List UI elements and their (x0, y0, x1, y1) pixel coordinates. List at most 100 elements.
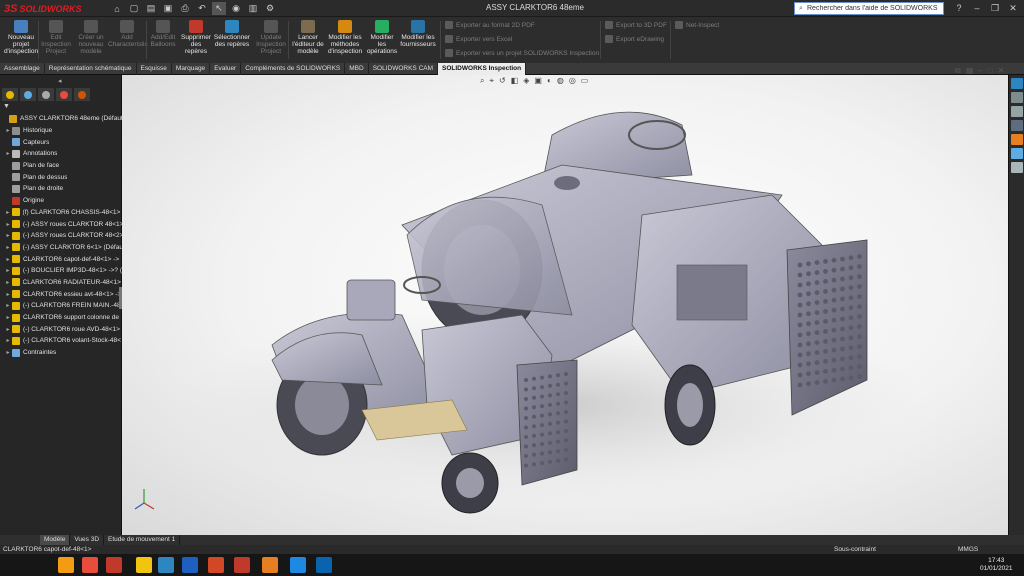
expand-arrow-icon[interactable]: ▸ (4, 232, 12, 239)
ribbon-button-2[interactable]: Edit Inspection Project (40, 20, 72, 55)
expand-arrow-icon[interactable]: ▸ (4, 337, 12, 344)
app-icon[interactable] (82, 557, 98, 573)
explorer-icon[interactable] (136, 557, 152, 573)
close-icon[interactable]: ✕ (1006, 1, 1020, 15)
restore-icon[interactable]: ⧉ (955, 66, 961, 76)
rebuild-icon[interactable]: ◉ (229, 2, 243, 15)
graphics-area[interactable] (122, 75, 1008, 535)
tab-solidworks-cam[interactable]: SOLIDWORKS CAM (369, 63, 439, 75)
tab-compl-ments-de-solidworks[interactable]: Compléments de SOLIDWORKS (241, 63, 346, 75)
expand-arrow-icon[interactable]: ▸ (4, 326, 12, 333)
file-props-icon[interactable]: ▥ (246, 2, 260, 15)
search-icon[interactable] (22, 557, 38, 573)
word-icon[interactable] (182, 557, 198, 573)
minimize-icon[interactable]: – (970, 1, 984, 15)
tree-node[interactable]: Plan de dessus (0, 171, 122, 183)
firefox-icon[interactable] (262, 557, 278, 573)
view-palette-icon[interactable] (1011, 120, 1023, 131)
display-settings-icon[interactable]: ▭ (581, 76, 589, 88)
ribbon-button-7[interactable]: Sélectionner des repères (213, 20, 251, 48)
print-icon[interactable]: ⎙ (178, 2, 192, 15)
ribbon-button-3[interactable]: Créer un nouveau modèle (75, 20, 107, 55)
tree-node[interactable]: Plan de droite (0, 183, 122, 195)
dimxpert-icon[interactable] (56, 88, 72, 101)
bottom-tab-3[interactable]: Etude de mouvement 1 (104, 535, 181, 545)
status-units[interactable]: MMGS (958, 546, 978, 553)
feature-manager-icon[interactable] (2, 88, 18, 101)
help-search-box[interactable]: ⌕ Rechercher dans l'aide de SOLIDWORKS (794, 2, 944, 15)
tree-node[interactable]: ▸ (-) ASSY roues CLARKTOR 48<1> (0, 218, 122, 230)
ribbon-button-9[interactable]: Lancer l'éditeur de modèle (292, 20, 324, 55)
expand-arrow-icon[interactable]: ▸ (4, 256, 12, 263)
file-explorer-icon[interactable] (1011, 106, 1023, 117)
zoom-area-icon[interactable]: ⌖ (489, 76, 494, 88)
tree-node[interactable]: ▸ Historique (0, 125, 122, 137)
tree-node[interactable]: ▸ CLARKTOR6 support colonne de (0, 312, 122, 324)
appearance-icon[interactable]: ◍ (557, 76, 564, 88)
ribbon-export-item[interactable]: Exporter vers Excel (445, 35, 512, 43)
expand-arrow-icon[interactable]: ▸ (4, 209, 12, 216)
expand-arrow-icon[interactable]: ▸ (4, 221, 12, 228)
tab-assemblage[interactable]: Assemblage (0, 63, 45, 75)
powerpoint-icon[interactable] (208, 557, 224, 573)
tree-node[interactable]: ▸ CLARKTOR6 capot-def-48<1> -> (0, 253, 122, 265)
tab-mbd[interactable]: MBD (345, 63, 369, 75)
tree-node[interactable]: ▸ (-) CLARKTOR6 FREIN MAIN.-48< (0, 300, 122, 312)
view-orientation-icon[interactable]: ◈ (523, 76, 529, 88)
expand-arrow-icon[interactable]: ▸ (4, 127, 12, 134)
forum-icon[interactable] (1011, 162, 1023, 173)
ribbon-button-6[interactable]: Supprimer des repères (180, 20, 212, 55)
display-manager-icon[interactable] (74, 88, 90, 101)
scene-icon[interactable]: ◎ (569, 76, 576, 88)
tree-node[interactable]: Plan de face (0, 160, 122, 172)
restore-icon[interactable]: ❐ (988, 1, 1002, 15)
ribbon-button-8[interactable]: Update Inspection Project (253, 20, 289, 55)
ribbon-export-item[interactable]: Exporter au format 2D PDF (445, 21, 535, 29)
ribbon-export-item[interactable]: Export eDrawing (605, 35, 664, 43)
filter-icon[interactable]: ▼ (3, 103, 10, 110)
design-library-icon[interactable] (1011, 92, 1023, 103)
bottom-tab-1[interactable]: Modèle (40, 535, 71, 545)
display-style-icon[interactable]: ▣ (534, 76, 542, 88)
tab-repr-sentation-sch-matique[interactable]: Représentation schématique (45, 63, 137, 75)
tree-node[interactable]: ASSY CLARKTOR6 48eme (Défaut<Eta (0, 113, 122, 125)
ribbon-button-12[interactable]: Modifier les fournisseurs (400, 20, 436, 48)
acrobat-icon[interactable] (234, 557, 250, 573)
expand-arrow-icon[interactable]: ▸ (4, 150, 12, 157)
ribbon-export-item[interactable]: Export to 3D PDF (605, 21, 667, 29)
options-icon[interactable]: ⚙ (263, 2, 277, 15)
taskbar-clock[interactable]: 17:43 01/01/2021 (980, 557, 1013, 573)
tab-evaluer[interactable]: Evaluer (210, 63, 242, 75)
task-view-icon[interactable] (40, 557, 56, 573)
undo-icon[interactable]: ↶ (195, 2, 209, 15)
vlc-icon[interactable] (58, 557, 74, 573)
ribbon-button-11[interactable]: Modifier les opérations (366, 20, 398, 55)
section-view-icon[interactable]: ◧ (511, 76, 519, 88)
panel-collapse-icon[interactable]: ◂ (58, 77, 62, 85)
tab-marquage[interactable]: Marquage (172, 63, 211, 75)
tree-node[interactable]: ▸ CLARKTOR6 essieu avt-48<1> -> (0, 288, 122, 300)
maximize-icon[interactable]: □ (988, 66, 993, 76)
minimize-icon[interactable]: – (978, 66, 982, 76)
expand-arrow-icon[interactable]: ▸ (4, 302, 12, 309)
tree-node[interactable]: Origine (0, 195, 122, 207)
tree-node[interactable]: ▸ (-) CLARKTOR6 roue AVD-48<1> (0, 323, 122, 335)
tab-solidworks-inspection[interactable]: SOLIDWORKS Inspection (438, 63, 527, 75)
bottom-tab-2[interactable]: Vues 3D (70, 535, 105, 545)
select-icon[interactable]: ↖ (212, 2, 226, 15)
save-icon[interactable]: ▣ (161, 2, 175, 15)
expand-arrow-icon[interactable]: ▸ (4, 267, 12, 274)
ribbon-export-item[interactable]: Exporter vers un projet SOLIDWORKS Inspe… (445, 49, 599, 57)
tree-node[interactable]: ▸ Contraintes (0, 347, 122, 359)
ribbon-button-1[interactable]: Nouveau projet d'inspection (2, 20, 40, 55)
close-icon[interactable]: ✕ (998, 66, 1005, 76)
home-icon[interactable]: ⌂ (110, 2, 124, 15)
tree-node[interactable]: Capteurs (0, 136, 122, 148)
new-icon[interactable]: ▢ (127, 2, 141, 15)
tree-node[interactable]: ▸ (-) CLARKTOR6 volant-Stock-48< (0, 335, 122, 347)
resources-icon[interactable] (1011, 78, 1023, 89)
custom-props-icon[interactable] (1011, 148, 1023, 159)
previous-view-icon[interactable]: ↺ (499, 76, 506, 88)
hide-show-icon[interactable]: ◐ (547, 76, 552, 88)
expand-arrow-icon[interactable]: ▸ (4, 291, 12, 298)
